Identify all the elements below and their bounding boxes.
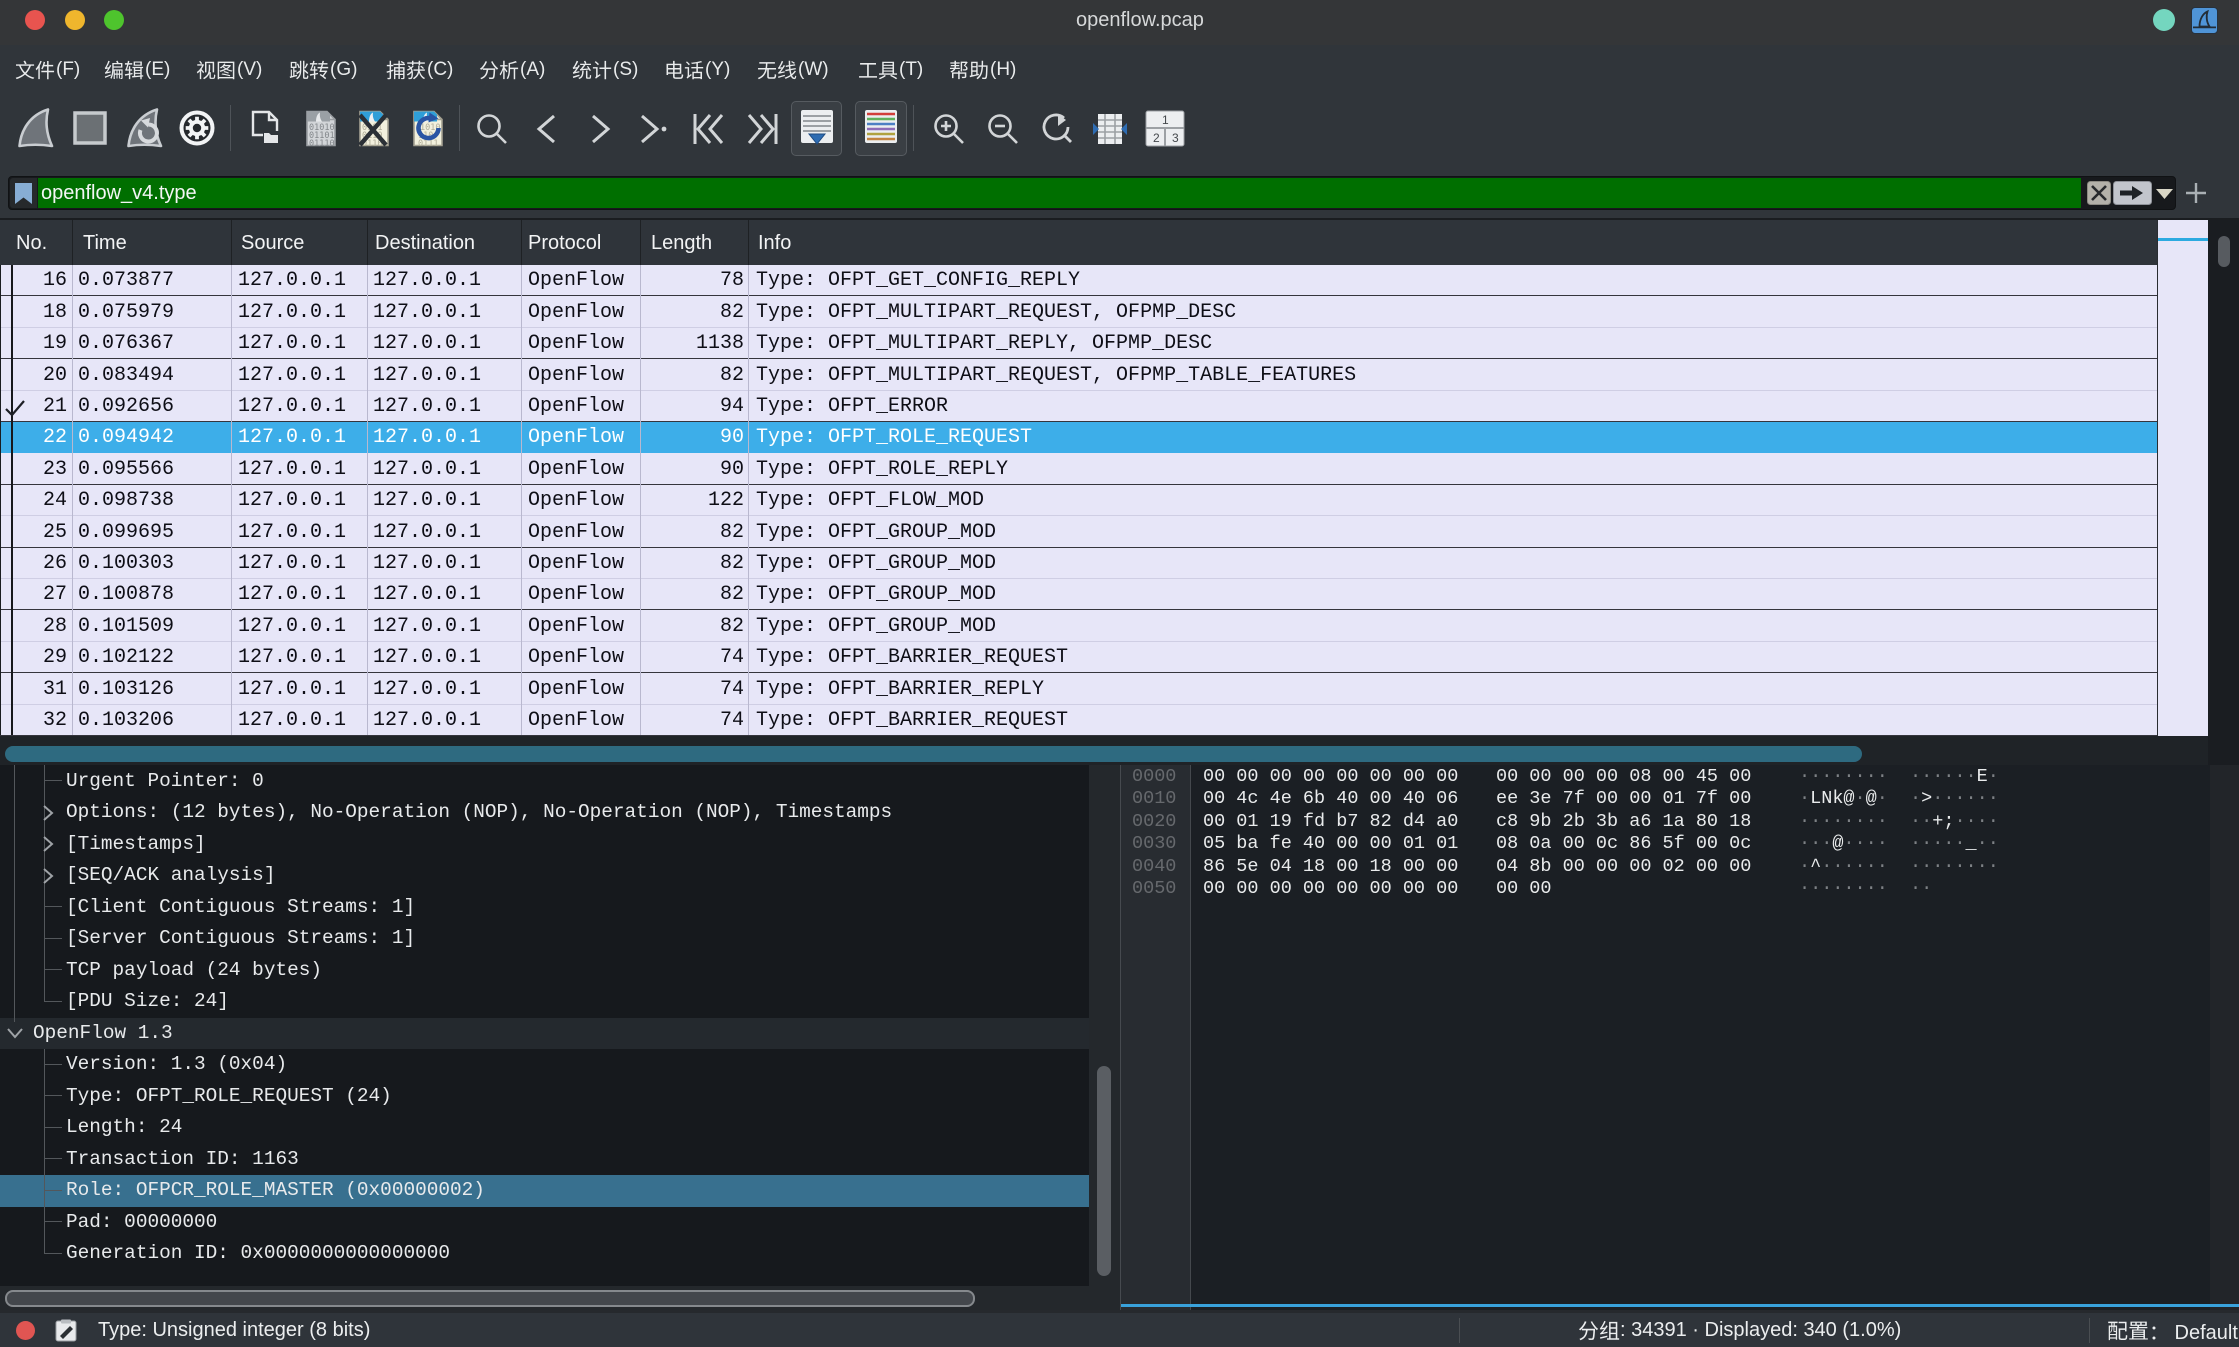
svg-text:1: 1 [1162,113,1169,127]
svg-text:01110: 01110 [309,139,335,148]
svg-text:3: 3 [1172,131,1179,145]
svg-text:2: 2 [1153,131,1160,145]
svg-text:0111: 0111 [418,139,438,148]
